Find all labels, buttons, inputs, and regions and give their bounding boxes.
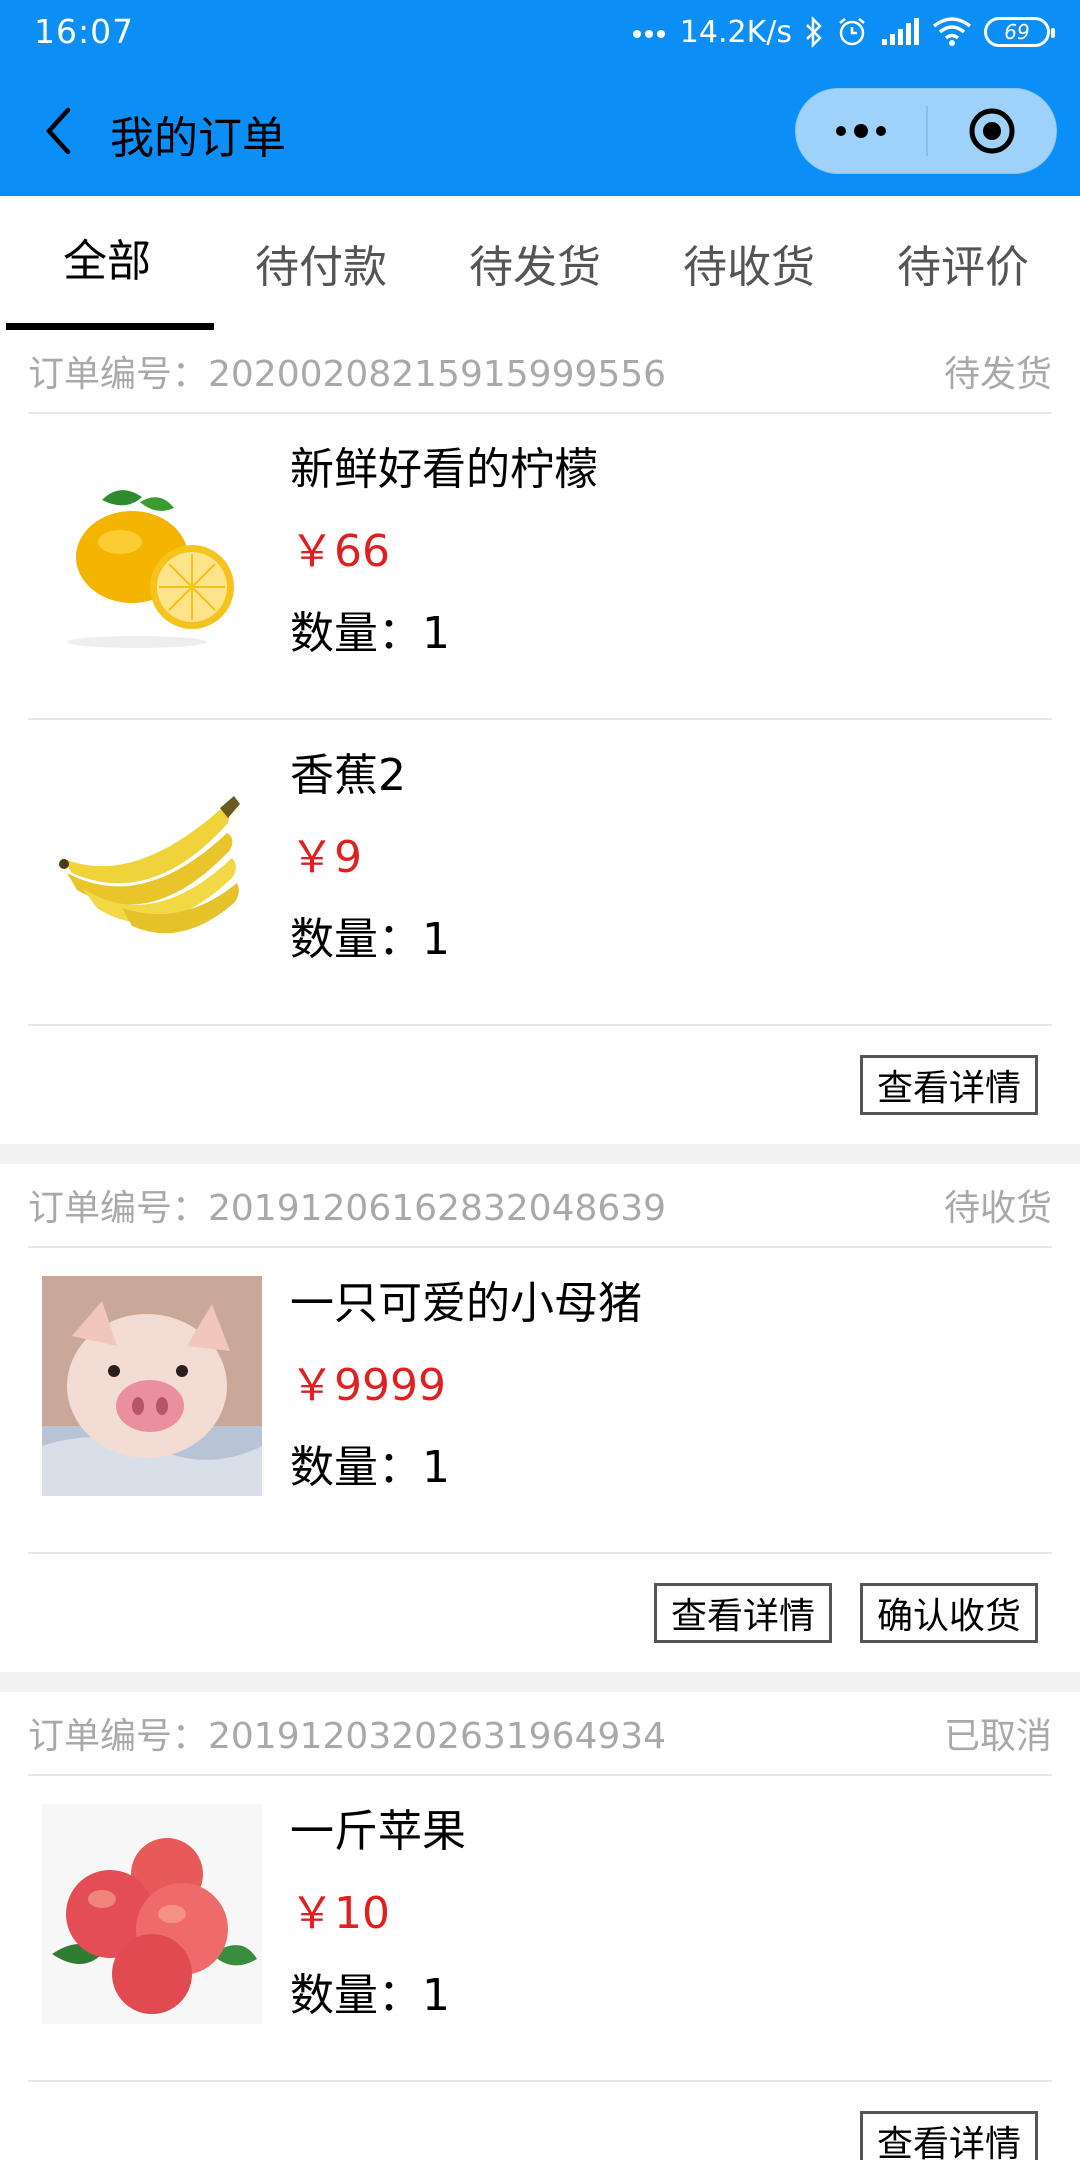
- nav-bar: 我的订单: [0, 66, 1080, 196]
- item-quantity: 数量：1: [290, 1442, 450, 1493]
- order-actions: 查看详情: [28, 2082, 1052, 2160]
- item-price: ￥9: [290, 832, 362, 883]
- order-divider: [0, 1672, 1080, 1692]
- status-bar: 16:07 14.2K/s 69: [0, 0, 1080, 66]
- dots-icon: [632, 26, 668, 38]
- network-speed: 14.2K/s: [679, 14, 792, 50]
- order-status: 待收货: [943, 1188, 1052, 1229]
- order-actions: 查看详情 确认收货: [28, 1554, 1052, 1672]
- order-status: 已取消: [943, 1716, 1052, 1757]
- order-item[interactable]: 一斤苹果 ￥10 数量：1: [28, 1776, 1052, 2082]
- tab-pending-shipment[interactable]: 待发货: [428, 196, 642, 330]
- item-info: 一只可爱的小母猪 ￥9999 数量：1: [290, 1276, 642, 1496]
- confirm-receipt-button[interactable]: 确认收货: [859, 1583, 1038, 1643]
- item-price: ￥9999: [290, 1360, 446, 1411]
- capsule-menu: [795, 88, 1057, 174]
- lemon-image: [42, 442, 262, 662]
- order-header: 订单编号：20191203202631964934 已取消: [28, 1692, 1052, 1776]
- tab-pending-payment[interactable]: 待付款: [214, 196, 428, 330]
- item-name: 一只可爱的小母猪: [290, 1278, 642, 1329]
- item-price: ￥66: [290, 526, 390, 577]
- target-circle-icon: [969, 108, 1015, 154]
- item-info: 新鲜好看的柠檬 ￥66 数量：1: [290, 442, 598, 662]
- alarm-icon: [836, 16, 868, 48]
- tab-pending-review[interactable]: 待评价: [856, 196, 1070, 330]
- tab-label: 待收货: [683, 242, 815, 293]
- apples-image: [42, 1804, 262, 2024]
- order-header: 订单编号：20200208215915999556 待发货: [28, 330, 1052, 414]
- back-button[interactable]: [30, 96, 86, 166]
- order-item[interactable]: 香蕉2 ￥9 数量：1: [28, 720, 1052, 1026]
- order-actions: 查看详情: [28, 1026, 1052, 1144]
- banana-image: [42, 748, 262, 968]
- item-price: ￥10: [290, 1888, 390, 1939]
- battery-level: 69: [1004, 20, 1030, 44]
- view-details-button[interactable]: 查看详情: [859, 2111, 1038, 2160]
- order-list: 订单编号：20200208215915999556 待发货 新鲜好看的柠檬 ￥6…: [0, 330, 1080, 2160]
- order-item[interactable]: 一只可爱的小母猪 ￥9999 数量：1: [28, 1248, 1052, 1554]
- order-card: 订单编号：20191203202631964934 已取消 一斤苹果 ￥10 数…: [0, 1692, 1080, 2160]
- order-card: 订单编号：20200208215915999556 待发货 新鲜好看的柠檬 ￥6…: [0, 330, 1080, 1144]
- order-item[interactable]: 新鲜好看的柠檬 ￥66 数量：1: [28, 414, 1052, 720]
- order-status: 待发货: [943, 354, 1052, 395]
- order-number: 订单编号：20200208215915999556: [28, 354, 667, 395]
- battery-icon: 69: [984, 17, 1055, 47]
- order-divider: [0, 1144, 1080, 1164]
- wifi-icon: [932, 16, 972, 48]
- item-name: 一斤苹果: [290, 1806, 466, 1857]
- piglet-image: [42, 1276, 262, 1496]
- tab-label: 待评价: [897, 242, 1029, 293]
- order-card: 订单编号：20191206162832048639 待收货 一只可爱的小母猪 ￥…: [0, 1164, 1080, 1672]
- item-info: 香蕉2 ￥9 数量：1: [290, 748, 450, 968]
- close-miniprogram-button[interactable]: [928, 89, 1056, 173]
- order-tabs: 全部 待付款 待发货 待收货 待评价: [0, 196, 1080, 330]
- tab-label: 全部: [63, 236, 151, 287]
- tab-label: 待付款: [255, 242, 387, 293]
- order-header: 订单编号：20191206162832048639 待收货: [28, 1164, 1052, 1248]
- item-quantity: 数量：1: [290, 1970, 450, 2021]
- tab-pending-receipt[interactable]: 待收货: [642, 196, 856, 330]
- tab-all[interactable]: 全部: [0, 196, 214, 330]
- item-info: 一斤苹果 ￥10 数量：1: [290, 1804, 466, 2024]
- item-name: 新鲜好看的柠檬: [290, 444, 598, 495]
- page-title: 我的订单: [110, 113, 286, 164]
- chevron-left-icon: [45, 107, 71, 155]
- item-quantity: 数量：1: [290, 608, 450, 659]
- item-quantity: 数量：1: [290, 914, 450, 965]
- bluetooth-icon: [804, 16, 824, 48]
- more-dots-icon: [836, 124, 886, 138]
- view-details-button[interactable]: 查看详情: [653, 1583, 832, 1643]
- status-time: 16:07: [34, 12, 135, 51]
- tab-label: 待发货: [469, 242, 601, 293]
- order-number: 订单编号：20191203202631964934: [28, 1716, 667, 1757]
- status-icons: 14.2K/s 69: [632, 12, 1055, 52]
- signal-icon: [880, 17, 920, 47]
- more-button[interactable]: [796, 89, 926, 173]
- view-details-button[interactable]: 查看详情: [859, 1055, 1038, 1115]
- order-number: 订单编号：20191206162832048639: [28, 1188, 667, 1229]
- item-name: 香蕉2: [290, 750, 406, 801]
